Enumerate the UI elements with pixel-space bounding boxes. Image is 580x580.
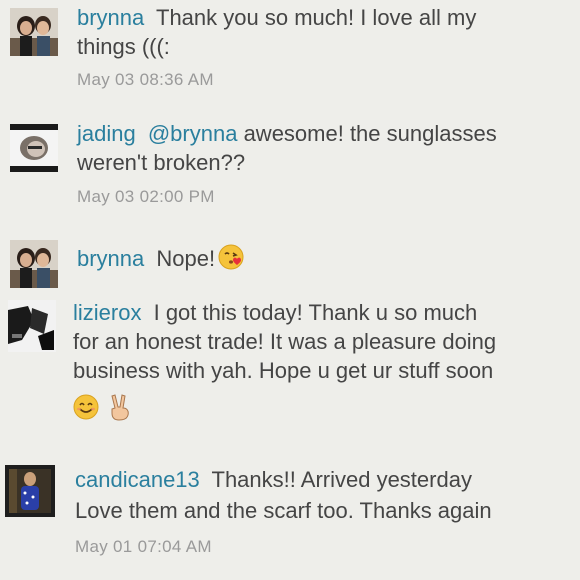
user-avatar[interactable]	[10, 240, 58, 288]
comment-timestamp: May 03 08:36 AM	[77, 70, 214, 89]
avatar-photo-icon	[10, 8, 58, 56]
comment-line: business with yah. Hope u get ur stuff s…	[73, 358, 494, 383]
avatar-photo-icon	[10, 240, 58, 288]
comment-line: lizierox I got this today! Thank u so mu…	[73, 298, 563, 327]
avatar-photo-icon	[8, 300, 56, 352]
comment-text: jading @brynna awesome! the sunglasses w…	[77, 119, 547, 177]
comment-line: candicane13 Thanks!! Arrived yesterday	[75, 464, 575, 495]
comment-body: Nope!	[156, 246, 216, 271]
victory-hand-icon	[109, 393, 131, 421]
comment-username[interactable]: brynna	[77, 246, 144, 271]
comment-text: brynna Nope!	[77, 244, 577, 273]
comment-text: lizierox I got this today! Thank u so mu…	[73, 298, 563, 421]
comment-text: brynna Thank you so much! I love all my …	[77, 3, 537, 61]
user-avatar[interactable]	[8, 300, 56, 352]
comment-text: candicane13 Thanks!! Arrived yesterday L…	[75, 464, 575, 526]
user-avatar[interactable]	[5, 465, 55, 517]
comment-username[interactable]: lizierox	[73, 300, 141, 325]
comment-timestamp: May 03 02:00 PM	[77, 187, 215, 206]
comment-username[interactable]: candicane13	[75, 467, 200, 492]
comment-timestamp: May 01 07:04 AM	[75, 537, 212, 556]
comment-body: I got this today! Thank u so much	[153, 300, 478, 325]
comment-username[interactable]: brynna	[77, 5, 144, 30]
comment-line: for an honest trade! It was a pleasure d…	[73, 329, 497, 354]
comment-body: awesome! the sunglasses weren't broken??	[77, 121, 497, 175]
comment-body: Thanks!! Arrived yesterday	[211, 467, 472, 492]
avatar-photo-icon	[10, 124, 58, 172]
avatar-photo-icon	[5, 465, 55, 517]
smiling-face-icon	[73, 394, 99, 420]
kissing-face-icon	[217, 243, 245, 271]
comment-mention-link[interactable]: @brynna	[148, 121, 238, 146]
comment-username[interactable]: jading	[77, 121, 136, 146]
user-avatar[interactable]	[10, 8, 58, 56]
user-avatar[interactable]	[10, 124, 58, 172]
comment-emoji-row	[73, 391, 563, 421]
comment-line: Love them and the scarf too. Thanks agai…	[75, 498, 492, 523]
